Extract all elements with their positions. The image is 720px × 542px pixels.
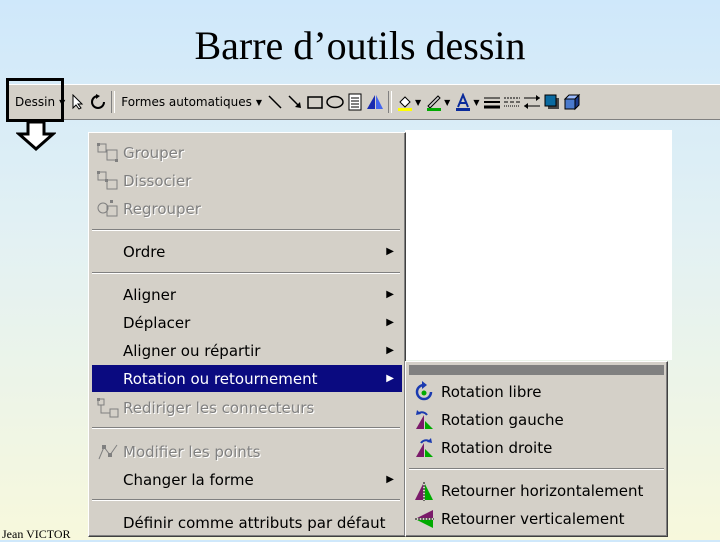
3d-icon[interactable]	[562, 92, 582, 112]
rotation-submenu: Rotation libre Rotation gauche Rotation …	[405, 361, 668, 537]
submenu-drag-handle[interactable]	[409, 365, 664, 375]
slide-canvas	[405, 130, 672, 360]
menu-item-label: Regrouper	[123, 199, 201, 218]
autoshapes-label: Formes automatiques	[121, 95, 252, 109]
autoshapes-button[interactable]: Formes automatiques ▼	[118, 90, 265, 114]
menu-item-label: Modifier les points	[123, 442, 261, 461]
oval-icon[interactable]	[325, 92, 345, 112]
menu-item-modifier-les-points[interactable]: Modifier les points	[92, 438, 402, 465]
flip-horizontal-icon	[411, 479, 437, 503]
submenu-arrow-icon: ▶	[386, 289, 394, 300]
text-box-icon[interactable]	[345, 92, 365, 112]
line-icon[interactable]	[265, 92, 285, 112]
chevron-down-icon[interactable]: ▼	[473, 98, 479, 107]
arrow-icon[interactable]	[285, 92, 305, 112]
menu-item-aligner[interactable]: Aligner ▶	[92, 281, 402, 308]
edit-points-icon	[94, 440, 122, 464]
arrow-style-icon[interactable]	[522, 92, 542, 112]
chevron-down-icon: ▼	[255, 97, 263, 107]
submenu-arrow-icon: ▶	[386, 246, 394, 257]
rectangle-icon[interactable]	[305, 92, 325, 112]
submenu-separator	[409, 468, 664, 470]
dash-style-icon[interactable]	[502, 92, 522, 112]
menu-item-label: Dissocier	[123, 171, 192, 190]
fill-color-icon[interactable]	[395, 92, 415, 112]
rotate-left-icon	[411, 408, 437, 432]
submenu-arrow-icon: ▶	[386, 373, 394, 384]
menu-item-regrouper[interactable]: Regrouper	[92, 195, 402, 222]
free-rotate-icon	[411, 380, 437, 404]
ungroup-icon	[94, 169, 122, 193]
chevron-down-icon[interactable]: ▼	[415, 98, 421, 107]
submenu-arrow-icon: ▶	[386, 345, 394, 356]
menu-separator	[92, 272, 400, 274]
group-icon	[94, 141, 122, 165]
submenu-item-label: Rotation libre	[441, 382, 542, 401]
flip-vertical-icon	[411, 507, 437, 531]
menu-item-label: Changer la forme	[123, 470, 254, 489]
menu-item-ordre[interactable]: Ordre ▶	[92, 238, 402, 265]
submenu-item-rotation-gauche[interactable]: Rotation gauche	[409, 406, 664, 433]
menu-item-grouper[interactable]: Grouper	[92, 139, 402, 166]
menu-item-changer-la-forme[interactable]: Changer la forme ▶	[92, 466, 402, 493]
menu-separator	[92, 499, 400, 501]
line-style-icon[interactable]	[482, 92, 502, 112]
menu-item-rotation-ou-retournement[interactable]: Rotation ou retournement ▶	[92, 365, 402, 392]
shadow-icon[interactable]	[542, 92, 562, 112]
line-color-icon[interactable]	[424, 92, 444, 112]
menu-item-label: Définir comme attributs par défaut	[123, 513, 386, 532]
submenu-item-label: Rotation gauche	[441, 410, 564, 429]
submenu-item-label: Retourner verticalement	[441, 509, 625, 528]
menu-item-label: Déplacer	[123, 313, 191, 332]
select-objects-icon[interactable]	[68, 92, 88, 112]
toolbar-separator	[388, 91, 393, 113]
menu-item-label: Grouper	[123, 143, 185, 162]
toolbar-separator	[111, 91, 116, 113]
menu-item-label: Ordre	[123, 242, 166, 261]
slide-title: Barre d’outils dessin	[194, 23, 526, 68]
menu-item-definir-attributs-par-defaut[interactable]: Définir comme attributs par défaut	[92, 509, 402, 536]
menu-item-dissocier[interactable]: Dissocier	[92, 167, 402, 194]
menu-item-rediriger-les-connecteurs[interactable]: Rediriger les connecteurs	[92, 394, 402, 421]
menu-item-label: Aligner	[123, 285, 177, 304]
menu-item-deplacer[interactable]: Déplacer ▶	[92, 309, 402, 336]
submenu-item-rotation-droite[interactable]: Rotation droite	[409, 434, 664, 461]
menu-item-label: Aligner ou répartir	[123, 341, 261, 360]
submenu-item-label: Retourner horizontalement	[441, 481, 644, 500]
wordart-icon[interactable]	[365, 92, 385, 112]
font-color-icon[interactable]	[453, 92, 473, 112]
highlight-frame	[6, 78, 64, 122]
chevron-down-icon[interactable]: ▼	[444, 98, 450, 107]
reroute-connectors-icon	[94, 396, 122, 420]
free-rotate-icon[interactable]	[88, 92, 108, 112]
draw-dropdown-menu: Grouper Dissocier Regrouper Ordre ▶ Alig…	[88, 132, 406, 537]
submenu-item-retourner-horizontalement[interactable]: Retourner horizontalement	[409, 477, 664, 504]
rotate-right-icon	[411, 436, 437, 460]
menu-item-label: Rediriger les connecteurs	[123, 398, 315, 417]
drawing-toolbar: Dessin ▼ Formes automatiques ▼ ▼ ▼ ▼	[8, 84, 720, 120]
menu-separator	[92, 229, 400, 231]
submenu-item-label: Rotation droite	[441, 438, 553, 457]
down-arrow-icon	[16, 121, 56, 151]
regroup-icon	[94, 197, 122, 221]
submenu-item-rotation-libre[interactable]: Rotation libre	[409, 378, 664, 405]
menu-item-label: Rotation ou retournement	[123, 369, 318, 388]
menu-separator	[92, 427, 400, 429]
submenu-arrow-icon: ▶	[386, 317, 394, 328]
menu-item-aligner-ou-repartir[interactable]: Aligner ou répartir ▶	[92, 337, 402, 364]
submenu-item-retourner-verticalement[interactable]: Retourner verticalement	[409, 505, 664, 532]
submenu-arrow-icon: ▶	[386, 474, 394, 485]
